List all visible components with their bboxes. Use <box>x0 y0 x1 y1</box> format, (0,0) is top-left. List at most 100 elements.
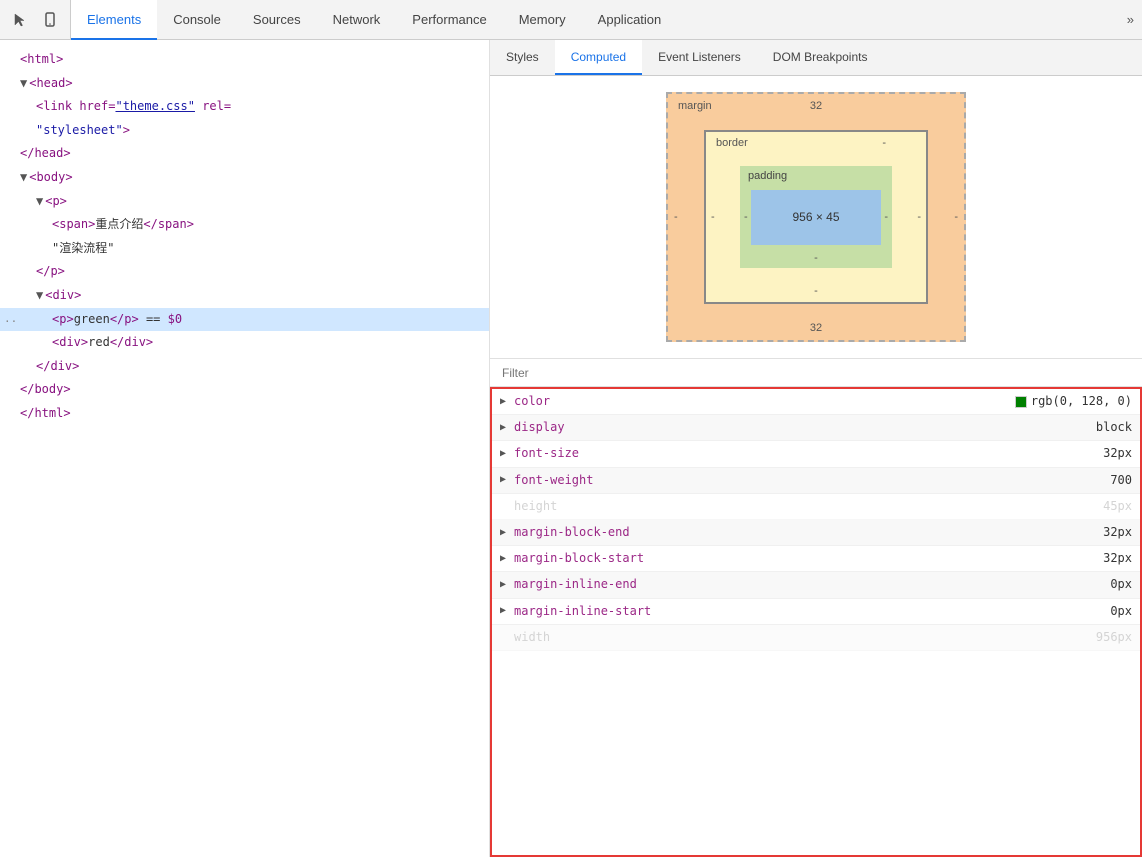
more-tabs-button[interactable]: » <box>1119 0 1142 39</box>
box-model-diagram: margin 32 32 - - border - - - - <box>666 92 966 342</box>
dom-line-link[interactable]: <link href="theme.css" rel= <box>0 95 489 119</box>
triangle-icon[interactable]: ▼ <box>20 170 27 184</box>
css-property-value: 0px <box>1110 575 1132 594</box>
css-prop-row[interactable]: ▶font-weight 700 <box>492 468 1140 494</box>
css-properties-panel: ▶colorrgb(0, 128, 0)▶displayblock▶font-s… <box>490 387 1142 857</box>
color-swatch[interactable] <box>1015 396 1027 408</box>
css-property-value: 700 <box>1110 471 1132 490</box>
margin-bottom-value: 32 <box>810 322 822 334</box>
dom-line-text[interactable]: "渲染流程" <box>0 237 489 261</box>
border-label: border <box>716 137 748 149</box>
box-padding: padding - - - 956 × 45 <box>740 166 892 268</box>
css-property-name: height <box>514 497 734 516</box>
box-margin: margin 32 32 - - border - - - - <box>666 92 966 342</box>
border-right-value: - <box>917 211 921 223</box>
triangle-icon[interactable]: ▼ <box>36 194 43 208</box>
dom-line-stylesheet[interactable]: "stylesheet"> <box>0 119 489 143</box>
triangle-icon[interactable]: ▼ <box>20 76 27 90</box>
expand-triangle-icon[interactable]: ▶ <box>500 446 510 462</box>
padding-label: padding <box>748 170 787 182</box>
sub-tab-bar: Styles Computed Event Listeners DOM Brea… <box>490 40 1142 76</box>
main-content: <html> ▼<head> <link href="theme.css" re… <box>0 40 1142 857</box>
triangle-icon[interactable]: ▼ <box>36 288 43 302</box>
tab-application[interactable]: Application <box>582 0 678 40</box>
filter-input[interactable] <box>502 366 1130 380</box>
margin-left-value: - <box>674 211 678 223</box>
tab-network[interactable]: Network <box>317 0 397 40</box>
css-property-name: width <box>514 628 734 647</box>
css-prop-row[interactable]: ▶margin-inline-start 0px <box>492 599 1140 625</box>
css-property-name: margin-block-start <box>514 549 734 568</box>
tab-memory[interactable]: Memory <box>503 0 582 40</box>
dom-line-span[interactable]: <span>重点介绍</span> <box>0 213 489 237</box>
margin-label: margin <box>678 100 712 112</box>
expand-triangle-icon[interactable]: ▶ <box>500 577 510 593</box>
box-model-section: margin 32 32 - - border - - - - <box>490 76 1142 359</box>
css-prop-row[interactable]: ▶display block <box>492 415 1140 441</box>
dom-line-head-open[interactable]: ▼<head> <box>0 72 489 96</box>
border-top-value: - <box>882 137 886 149</box>
dom-line-div-close[interactable]: </div> <box>0 355 489 379</box>
css-property-value: 32px <box>1103 523 1132 542</box>
css-property-value: 956px <box>1096 628 1132 647</box>
expand-triangle-icon[interactable]: ▶ <box>500 420 510 436</box>
sub-tab-dom-breakpoints[interactable]: DOM Breakpoints <box>757 40 884 75</box>
css-prop-row[interactable]: ▶color rgb(0, 128, 0) <box>492 389 1140 415</box>
css-prop-row[interactable]: ▶margin-block-start 32px <box>492 546 1140 572</box>
mobile-icon[interactable] <box>38 8 62 32</box>
css-prop-row[interactable]: ▶font-size 32px <box>492 441 1140 467</box>
toolbar-icons <box>0 0 71 39</box>
cursor-icon[interactable] <box>8 8 32 32</box>
css-property-name: margin-block-end <box>514 523 734 542</box>
css-property-name: font-size <box>514 444 734 463</box>
tab-performance[interactable]: Performance <box>396 0 502 40</box>
box-border: border - - - - padding - - - <box>704 130 928 304</box>
css-prop-row[interactable]: ▶margin-block-end 32px <box>492 520 1140 546</box>
dom-line-div-red[interactable]: <div>red</div> <box>0 331 489 355</box>
css-prop-row[interactable]: width 956px <box>492 625 1140 651</box>
filter-bar <box>490 359 1142 387</box>
padding-right-value: - <box>884 211 888 223</box>
sub-tab-event-listeners[interactable]: Event Listeners <box>642 40 757 75</box>
right-panel: Styles Computed Event Listeners DOM Brea… <box>490 40 1142 857</box>
top-tab-bar: Elements Console Sources Network Perform… <box>0 0 1142 40</box>
css-property-name: margin-inline-end <box>514 575 734 594</box>
dom-line-html-close[interactable]: </html> <box>0 402 489 426</box>
expand-triangle-icon[interactable]: ▶ <box>500 394 510 410</box>
tab-elements[interactable]: Elements <box>71 0 157 40</box>
sub-tab-computed[interactable]: Computed <box>555 40 642 75</box>
css-property-name: color <box>514 392 734 411</box>
margin-right-value: - <box>954 211 958 223</box>
dom-line-div-open[interactable]: ▼<div> <box>0 284 489 308</box>
border-left-value: - <box>711 211 715 223</box>
css-property-value: 32px <box>1103 549 1132 568</box>
css-property-name: margin-inline-start <box>514 602 734 621</box>
expand-triangle-icon[interactable]: ▶ <box>500 525 510 541</box>
dom-line-body-close[interactable]: </body> <box>0 378 489 402</box>
dom-line-p-open[interactable]: ▼<p> <box>0 190 489 214</box>
dom-line-p-green[interactable]: <p>green</p> == $0 <box>0 308 489 332</box>
css-prop-row[interactable]: ▶margin-inline-end 0px <box>492 572 1140 598</box>
css-property-value: 45px <box>1103 497 1132 516</box>
css-property-name: display <box>514 418 734 437</box>
dom-line-head-close[interactable]: </head> <box>0 142 489 166</box>
dom-line-p-close[interactable]: </p> <box>0 260 489 284</box>
border-bottom-value: - <box>814 285 818 297</box>
sub-tab-styles[interactable]: Styles <box>490 40 555 75</box>
dom-line-html[interactable]: <html> <box>0 48 489 72</box>
expand-triangle-icon[interactable]: ▶ <box>500 472 510 488</box>
css-property-value: block <box>1096 418 1132 437</box>
css-property-name: font-weight <box>514 471 734 490</box>
box-content: 956 × 45 <box>751 190 881 245</box>
dom-tree-panel: <html> ▼<head> <link href="theme.css" re… <box>0 40 490 857</box>
expand-triangle-icon[interactable]: ▶ <box>500 603 510 619</box>
css-prop-row[interactable]: height 45px <box>492 494 1140 520</box>
tab-console[interactable]: Console <box>157 0 237 40</box>
tab-sources[interactable]: Sources <box>237 0 317 40</box>
margin-top-value: 32 <box>810 100 822 112</box>
css-property-value: rgb(0, 128, 0) <box>1015 392 1132 411</box>
css-property-value: 32px <box>1103 444 1132 463</box>
dom-line-body-open[interactable]: ▼<body> <box>0 166 489 190</box>
css-property-value: 0px <box>1110 602 1132 621</box>
expand-triangle-icon[interactable]: ▶ <box>500 551 510 567</box>
